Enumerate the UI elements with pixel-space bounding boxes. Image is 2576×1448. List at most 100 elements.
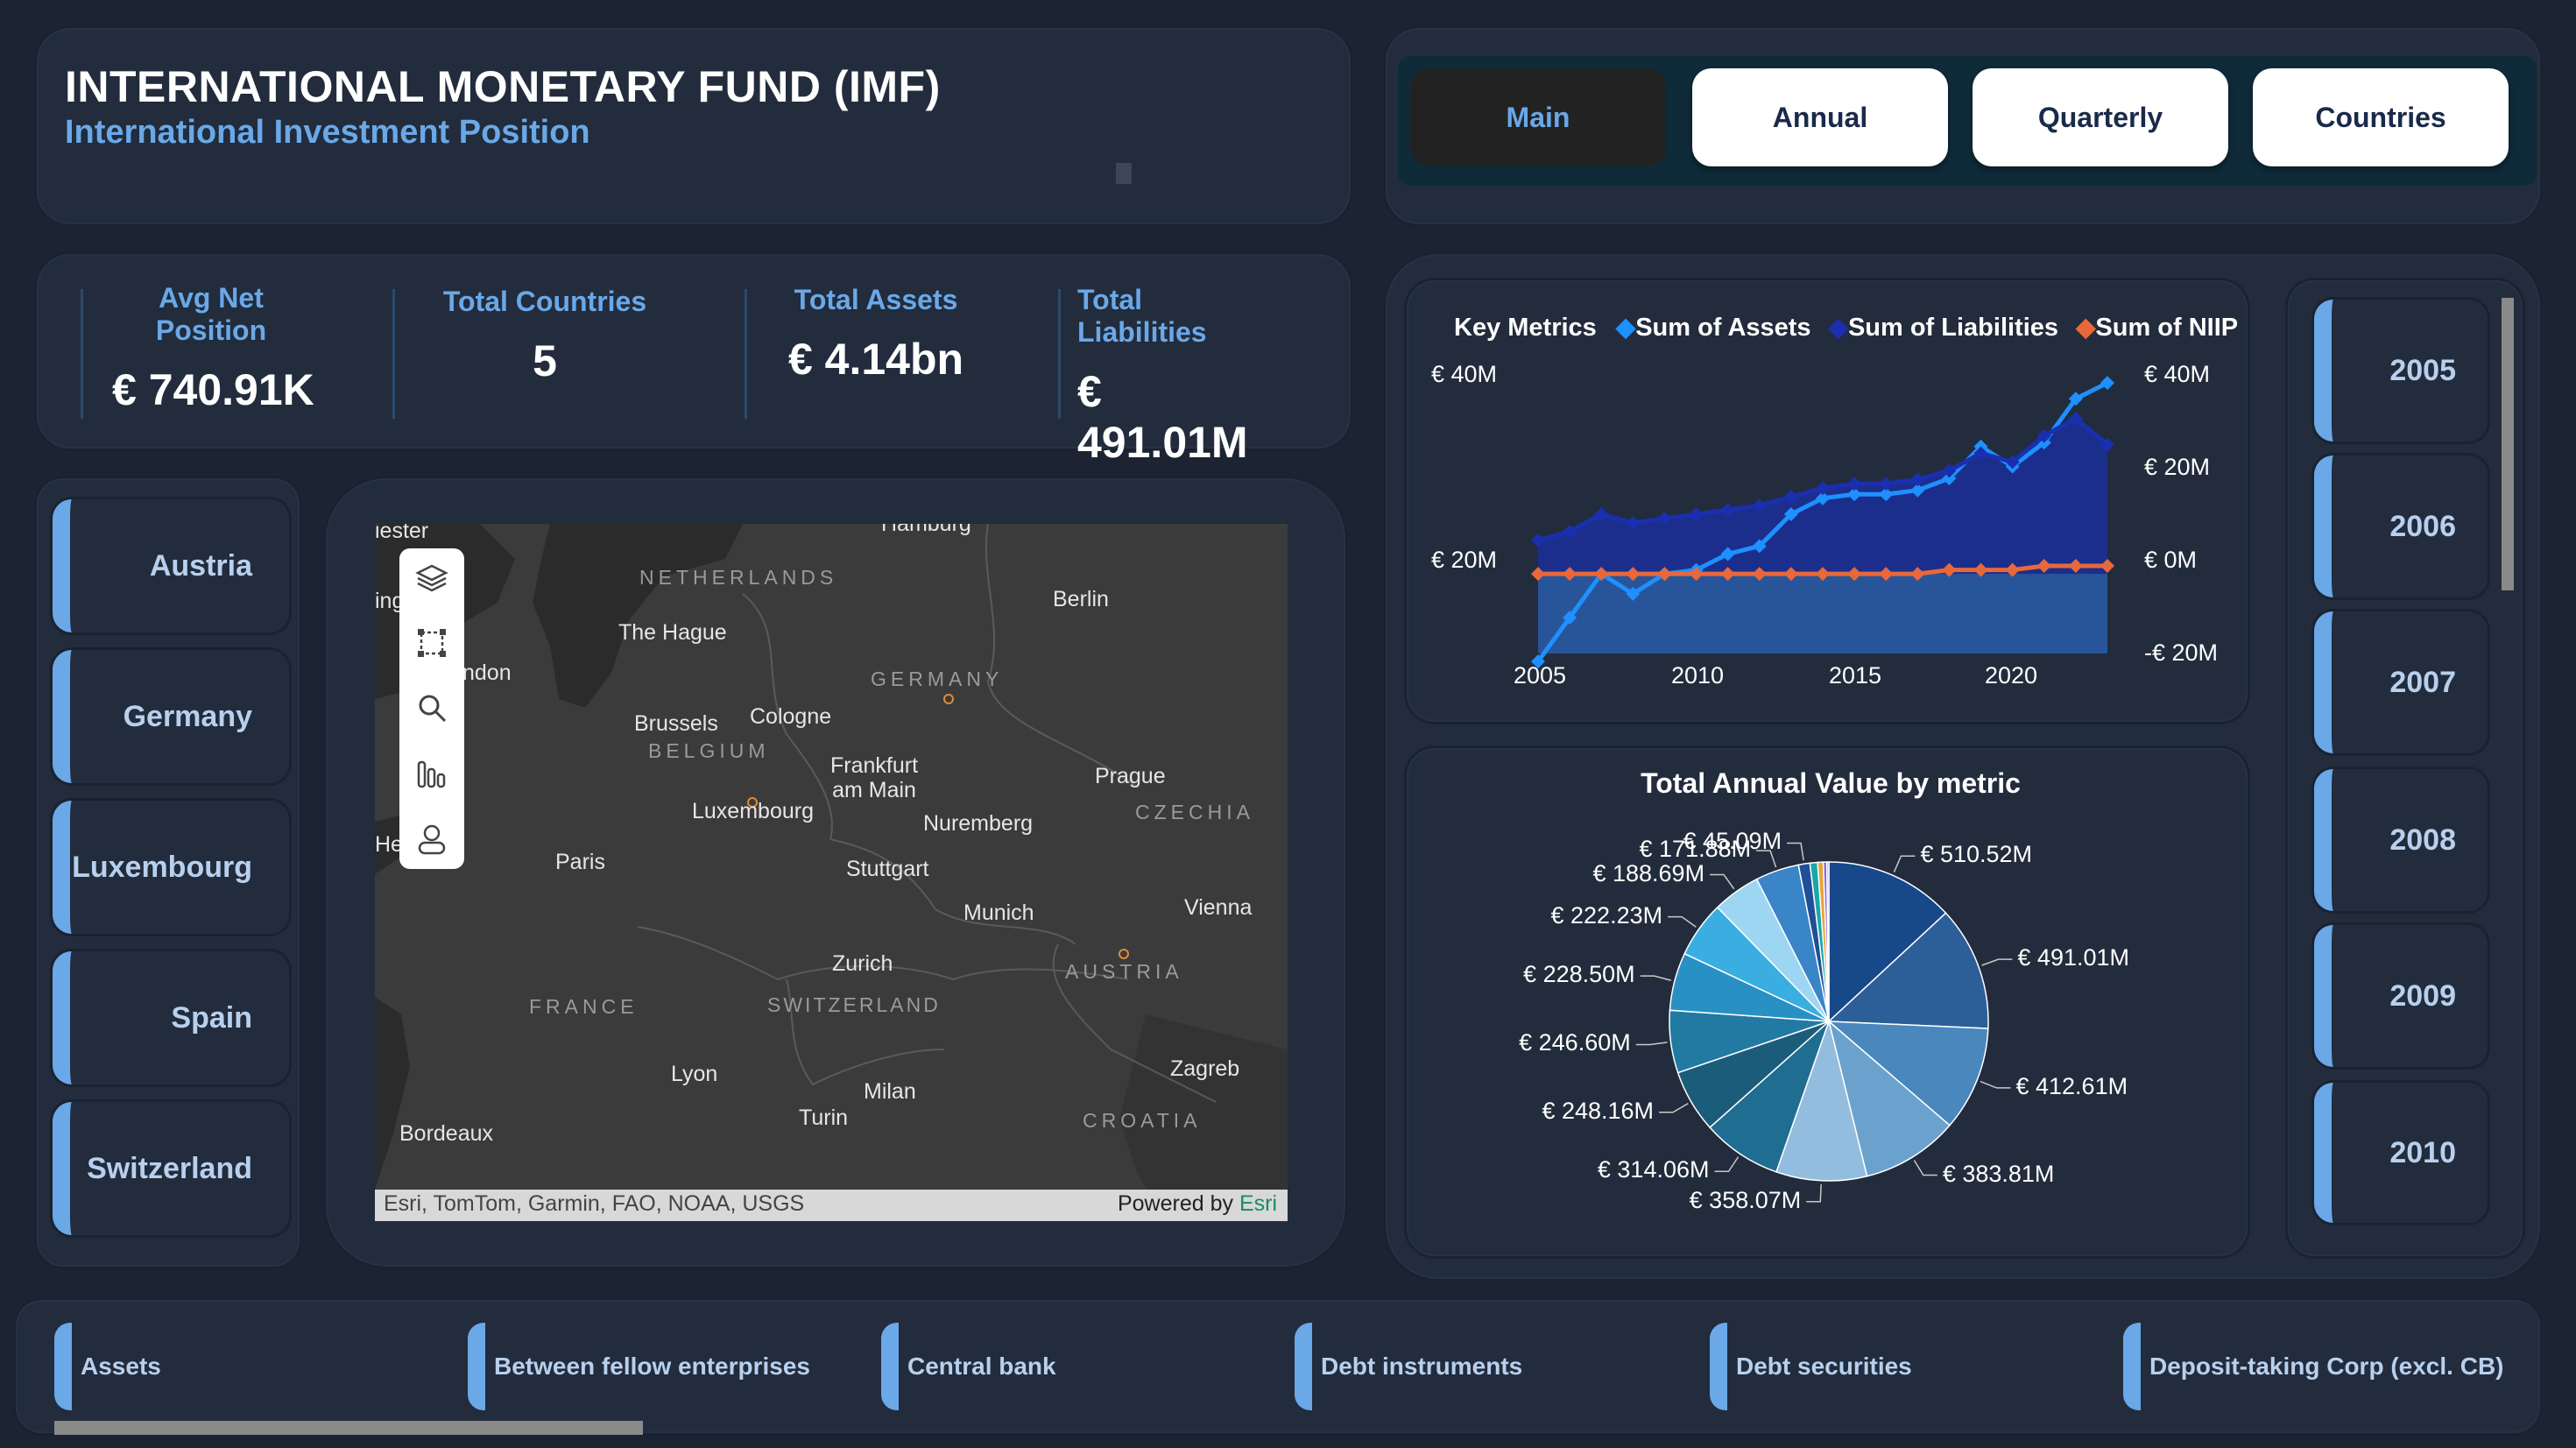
- year-slicer-2010[interactable]: 2010: [2314, 1083, 2488, 1223]
- pie-data-label: € 248.16M: [1542, 1097, 1655, 1124]
- y-left-tick: € 40M: [1431, 361, 1498, 387]
- year-slicer-2009[interactable]: 2009: [2314, 925, 2488, 1067]
- country-slicer-luxembourg[interactable]: Luxembourg: [53, 801, 289, 934]
- pie-data-label: € 314.06M: [1597, 1156, 1710, 1183]
- y-right-tick: € 0M: [2144, 547, 2198, 573]
- year-slicer-2007[interactable]: 2007: [2314, 611, 2488, 753]
- legend-label: Sum of NIIP: [2095, 314, 2239, 342]
- legend-label: Sum of Liabilities: [1847, 314, 2059, 342]
- y-right-tick: € 40M: [2144, 361, 2211, 387]
- nav-countries-button[interactable]: Countries: [2253, 68, 2509, 166]
- line-chart-card: [1407, 280, 2248, 722]
- metric-slicer-debt-instruments[interactable]: Debt instruments: [1295, 1323, 1680, 1410]
- kpi-value: € 491.01M: [1077, 367, 1248, 467]
- legend-marker: ◆: [2076, 314, 2096, 342]
- y-right-tick: € 20M: [2144, 454, 2211, 480]
- pie-data-label: € 491.01M: [2017, 944, 2129, 971]
- search-icon[interactable]: [414, 690, 449, 725]
- map-country: CROATIA: [1083, 1109, 1202, 1132]
- country-slicer-switzerland[interactable]: Switzerland: [53, 1102, 289, 1235]
- country-slicer-germany[interactable]: Germany: [53, 650, 289, 783]
- pie-data-label: € 246.60M: [1519, 1029, 1631, 1056]
- kpi-divider: [392, 289, 395, 419]
- metric-slicer-between-fellow-enterprises[interactable]: Between fellow enterprises: [468, 1323, 853, 1410]
- pie-data-label: € 358.07M: [1689, 1186, 1802, 1213]
- metric-slicer-central-bank[interactable]: Central bank: [881, 1323, 1267, 1410]
- decorative-square: [1116, 163, 1132, 184]
- y-right-tick: -€ 20M: [2144, 639, 2219, 666]
- esri-link[interactable]: Esri: [1239, 1191, 1277, 1216]
- person-icon[interactable]: [414, 822, 449, 857]
- map-country: BELGIUM: [648, 739, 770, 762]
- x-tick: 2015: [1829, 662, 1882, 689]
- map-label-edge: iester: [375, 524, 429, 543]
- map-country: CZECHIA: [1135, 801, 1254, 823]
- kpi-avg-net-position: Avg Net Position € 740.91K: [103, 282, 319, 415]
- year-slicer-2006[interactable]: 2006: [2314, 456, 2488, 597]
- line-chart-legend: Key Metrics ◆Sum of Assets ◆Sum of Liabi…: [1454, 312, 2238, 343]
- kpi-total-assets: Total Assets € 4.14bn: [780, 284, 972, 385]
- map-city: Berlin: [1053, 587, 1109, 611]
- map-city: Nuremberg: [923, 811, 1034, 836]
- kpi-divider: [745, 289, 747, 419]
- map-city: Brussels: [634, 711, 718, 736]
- year-slicer-2005[interactable]: 2005: [2314, 300, 2488, 441]
- map-country: SWITZERLAND: [767, 993, 941, 1016]
- metric-slicer-assets[interactable]: Assets: [54, 1323, 440, 1410]
- map-country: AUSTRIA: [1065, 960, 1183, 983]
- map-toolbar: [399, 548, 464, 869]
- kpi-total-countries: Total Countries 5: [441, 286, 648, 386]
- legend-item-liabilities[interactable]: ◆Sum of Liabilities: [1829, 314, 2058, 342]
- metric-slicer-scrollbar[interactable]: [54, 1421, 643, 1435]
- year-slicer-scrollbar[interactable]: [2502, 298, 2514, 590]
- pie-data-label: € 228.50M: [1523, 961, 1635, 988]
- kpi-value: € 4.14bn: [787, 335, 964, 384]
- pie-data-label: € 510.52M: [1920, 841, 2033, 868]
- dashboard: INTERNATIONAL MONETARY FUND (IMF) Intern…: [0, 0, 2576, 1448]
- pie-data-label: € 188.69M: [1592, 859, 1705, 886]
- nav-main-button[interactable]: Main: [1410, 68, 1666, 166]
- country-slicer-spain[interactable]: Spain: [53, 951, 289, 1084]
- map-powered-by[interactable]: Powered by Esri: [1118, 1191, 1277, 1217]
- country-slicer-austria[interactable]: Austria: [53, 499, 289, 632]
- nav-annual-button[interactable]: Annual: [1692, 68, 1948, 166]
- kpi-total-liabilities: Total Liabilities € 491.01M: [1077, 284, 1279, 468]
- map-city: Paris: [555, 850, 605, 874]
- metric-slicer-deposit-taking-corp[interactable]: Deposit-taking Corp (excl. CB): [2123, 1323, 2509, 1410]
- layers-icon[interactable]: [414, 561, 449, 596]
- kpi-label: Total Assets: [794, 284, 958, 315]
- nav-quarterly-button[interactable]: Quarterly: [1973, 68, 2228, 166]
- map-city: Stuttgart: [846, 857, 929, 881]
- x-tick: 2010: [1671, 662, 1725, 689]
- chart-icon[interactable]: [414, 757, 449, 792]
- map-country: GERMANY: [871, 667, 1004, 690]
- legend-title: Key Metrics: [1454, 314, 1597, 342]
- x-tick: 2020: [1985, 662, 2038, 689]
- year-slicer-2008[interactable]: 2008: [2314, 769, 2488, 911]
- powered-by-text: Powered by: [1117, 1191, 1233, 1216]
- legend-item-niip[interactable]: ◆Sum of NIIP: [2076, 314, 2238, 342]
- map-city: Luxembourg: [692, 799, 814, 823]
- map-city: Bordeaux: [399, 1121, 494, 1146]
- pie-chart-title: Total Annual Value by metric: [1641, 767, 2021, 799]
- kpi-divider: [81, 289, 83, 419]
- metric-slicer-debt-securities[interactable]: Debt securities: [1710, 1323, 2095, 1410]
- map-city: Frankfurt am Main: [829, 753, 919, 802]
- map-city: Zurich: [832, 951, 893, 976]
- kpi-label: Total Liabilities: [1077, 284, 1207, 348]
- legend-item-assets[interactable]: ◆Sum of Assets: [1616, 314, 1811, 342]
- pie-data-label: € 222.23M: [1550, 901, 1663, 929]
- legend-marker: ◆: [1828, 314, 1848, 342]
- map-city: Milan: [864, 1079, 916, 1104]
- map-country: FRANCE: [529, 995, 639, 1018]
- map-label-edge: ndon: [462, 660, 512, 685]
- select-region-icon[interactable]: [414, 625, 449, 660]
- map-city: Hamburg: [881, 524, 971, 536]
- map-view[interactable]: iester ing ndon He Hamburg NETHERLANDS B…: [375, 524, 1288, 1221]
- kpi-divider: [1058, 289, 1061, 419]
- kpi-value: € 740.91K: [112, 365, 314, 414]
- kpi-label: Total Countries: [442, 286, 647, 317]
- x-tick: 2005: [1514, 662, 1567, 689]
- map-city: The Hague: [618, 620, 727, 645]
- map-country: NETHERLANDS: [639, 566, 838, 589]
